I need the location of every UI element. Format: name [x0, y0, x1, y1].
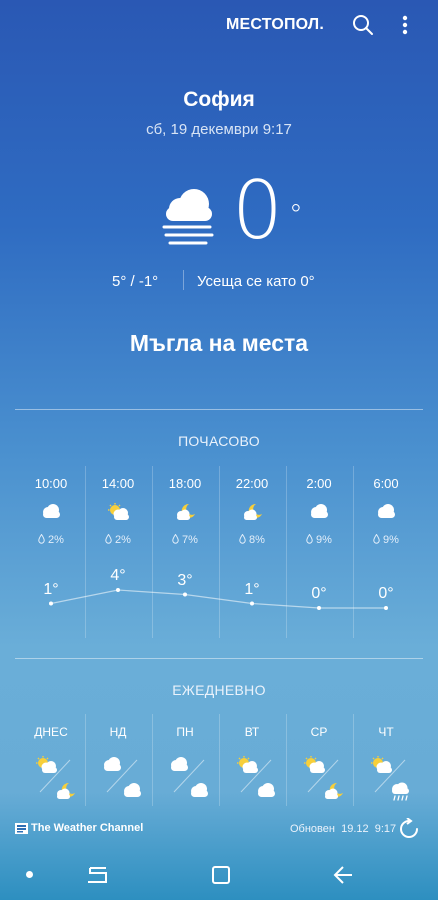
current-datetime: сб, 19 декември 9:17 [146, 121, 292, 138]
home-icon[interactable] [210, 864, 232, 891]
moon-cloud-icon [322, 782, 344, 805]
hour-time: 18:00 [168, 476, 202, 491]
cloud-icon [353, 503, 419, 519]
temp-point [49, 601, 53, 606]
recent-apps-icon[interactable] [86, 865, 110, 890]
search-icon[interactable] [350, 12, 376, 38]
rain-chance: 9% [286, 533, 352, 546]
raindrop-icon [373, 533, 383, 546]
day-label: НД [109, 725, 127, 739]
back-icon[interactable] [331, 864, 355, 891]
day-label: ДНЕС [34, 725, 68, 739]
moon-cloud-icon [152, 503, 218, 521]
location-button[interactable]: МЕСТОПОЛ. [226, 16, 324, 34]
column-separator [85, 714, 86, 806]
rain-chance: 9% [353, 533, 419, 546]
rain-chance: 2% [85, 533, 151, 546]
updated-info: Обновен 19.12 9:17 [290, 823, 397, 835]
weather-channel-icon [15, 822, 28, 834]
system-nav-bar [0, 850, 438, 900]
cloud-icon [286, 503, 352, 519]
hour-time: 22:00 [235, 476, 269, 491]
day-label: ПН [176, 725, 194, 739]
temp-point [183, 592, 187, 597]
day-label: СР [310, 725, 328, 739]
condition-text: Мъгла на места [129, 330, 309, 356]
daily-title: ЕЖЕДНЕВНО [172, 682, 266, 698]
rain-chance: 7% [152, 533, 218, 546]
column-separator [353, 714, 354, 806]
temp-point [384, 606, 388, 610]
raindrop-icon [105, 533, 115, 546]
moon-cloud-icon [219, 503, 285, 521]
temp-point [317, 606, 321, 610]
day-label: ЧТ [378, 725, 394, 739]
current-temperature: 0 ° [232, 164, 303, 257]
fog-icon [160, 187, 216, 252]
cloud-icon [255, 782, 277, 803]
divider [183, 270, 184, 290]
more-options-icon[interactable] [392, 12, 418, 38]
column-separator [219, 714, 220, 806]
weather-channel-logo[interactable]: The Weather Channel [15, 822, 143, 834]
feels-like: Усеща се като 0° [197, 273, 315, 290]
hour-time: 6:00 [373, 476, 399, 491]
rain-icon [389, 782, 411, 807]
nav-dot-icon[interactable] [26, 871, 33, 878]
day-label: ВТ [244, 725, 260, 739]
section-divider [15, 409, 423, 410]
cloud-icon [188, 782, 210, 803]
raindrop-icon [172, 533, 182, 546]
brand-name: The Weather Channel [31, 822, 144, 834]
raindrop-icon [239, 533, 249, 546]
cloud-icon [121, 782, 143, 803]
city-name: София [183, 88, 255, 111]
column-separator [286, 714, 287, 806]
rain-chance: 8% [219, 533, 285, 546]
partly-sunny-icon [85, 503, 151, 521]
rain-chance: 2% [18, 533, 84, 546]
hourly-temp-graph [49, 588, 388, 610]
refresh-icon[interactable] [398, 817, 420, 845]
raindrop-icon [38, 533, 48, 546]
hour-time: 2:00 [306, 476, 332, 491]
temp-point [250, 601, 254, 606]
moon-cloud-icon [54, 782, 76, 805]
section-divider [15, 658, 423, 659]
degree-symbol: ° [288, 198, 303, 231]
raindrop-icon [306, 533, 316, 546]
min-max-temp: 5° / -1° [112, 273, 159, 290]
hour-time: 14:00 [101, 476, 135, 491]
temp-point [116, 588, 120, 592]
hourly-title: ПОЧАСОВО [178, 433, 260, 449]
column-separator [152, 714, 153, 806]
cloud-icon [18, 503, 84, 519]
hour-time: 10:00 [34, 476, 68, 491]
